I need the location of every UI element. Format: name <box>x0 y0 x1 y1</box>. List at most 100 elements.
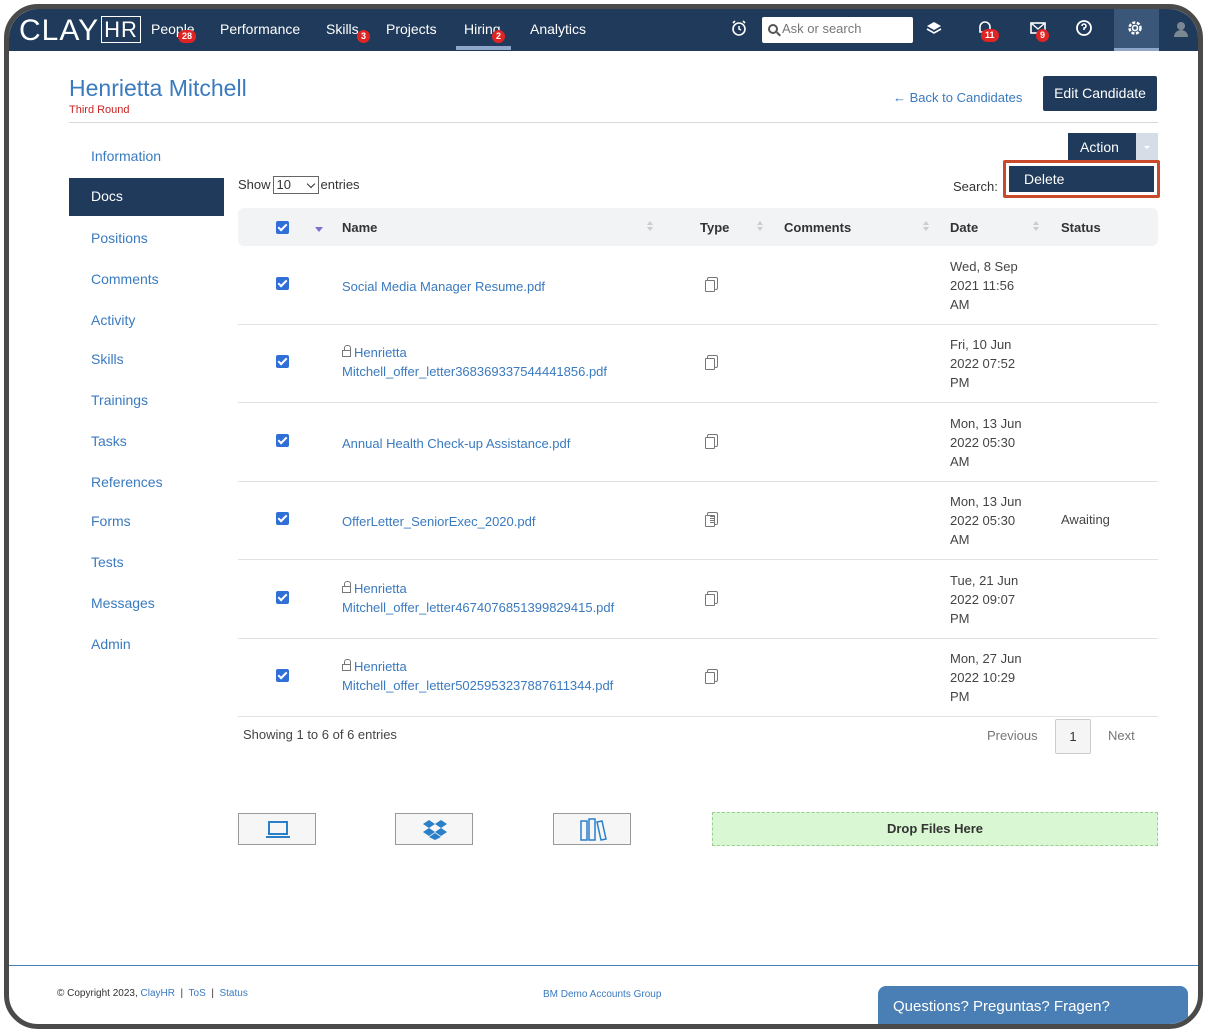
file-date: Mon, 27 Jun 2022 10:29 PM <box>950 649 1030 706</box>
row-checkbox[interactable] <box>276 434 289 447</box>
sort-comments-icon[interactable] <box>923 221 929 233</box>
date-line2: 2022 10:29 <box>950 670 1016 685</box>
file-name-link[interactable]: OfferLetter_SeniorExec_2020.pdf <box>342 512 672 531</box>
file-name-line1: Henrietta <box>354 659 407 674</box>
date-line1: Fri, 10 Jun <box>950 337 1012 352</box>
back-link-label: Back to Candidates <box>909 90 1023 105</box>
clayhr-logo[interactable]: CLAY HR <box>19 15 141 46</box>
showing-entries-info: Showing 1 to 6 of 6 entries <box>243 727 397 742</box>
sidebar-item-information[interactable]: Information <box>91 148 161 164</box>
sidebar-item-admin[interactable]: Admin <box>91 636 131 652</box>
file-status: Awaiting <box>1061 512 1110 527</box>
help-chat-tab[interactable]: Questions? Preguntas? Fragen? <box>878 986 1188 1024</box>
sidebar-item-trainings[interactable]: Trainings <box>91 392 148 408</box>
date-line3: PM <box>950 611 970 626</box>
file-date: Fri, 10 Jun 2022 07:52 PM <box>950 335 1030 392</box>
sort-type-icon[interactable] <box>757 221 763 233</box>
upload-from-computer-button[interactable] <box>238 813 316 845</box>
caret-down-icon[interactable] <box>1136 133 1158 161</box>
file-name-link[interactable]: Henrietta Mitchell_offer_letter4674076851… <box>342 579 672 617</box>
table-row[interactable]: Social Media Manager Resume.pdf Wed, 8 S… <box>238 247 1158 325</box>
sort-desc-icon[interactable] <box>315 227 323 232</box>
table-row[interactable]: Henrietta Mitchell_offer_letter4674076851… <box>238 561 1158 639</box>
file-name-link[interactable]: Henrietta Mitchell_offer_letter5025953237… <box>342 657 672 695</box>
notifications-bell-icon[interactable]: 11 <box>975 19 999 42</box>
clipboard-form-icon <box>705 512 718 527</box>
row-checkbox[interactable] <box>276 277 289 290</box>
file-name-link[interactable]: Henrietta Mitchell_offer_letter3683693375… <box>342 343 672 381</box>
footer-divider <box>9 965 1198 966</box>
date-line1: Mon, 27 Jun <box>950 651 1022 666</box>
edit-candidate-button[interactable]: Edit Candidate <box>1043 76 1157 111</box>
date-line3: PM <box>950 375 970 390</box>
action-dropdown-menu: Delete <box>1003 160 1160 198</box>
date-line2: 2022 09:07 <box>950 592 1016 607</box>
sidebar-item-tasks[interactable]: Tasks <box>91 433 127 449</box>
sidebar-item-messages[interactable]: Messages <box>91 595 155 611</box>
nav-hiring[interactable]: Hiring 2 <box>456 21 511 50</box>
header-type[interactable]: Type <box>700 220 729 235</box>
table-row[interactable]: Henrietta Mitchell_offer_letter3683693375… <box>238 325 1158 403</box>
lock-icon <box>342 345 351 357</box>
clayhr-link[interactable]: ClayHR <box>141 988 175 999</box>
people-badge: 28 <box>178 30 197 43</box>
next-page-button[interactable]: Next <box>1108 728 1135 743</box>
gear-icon[interactable] <box>1125 19 1145 39</box>
sort-name-icon[interactable] <box>647 221 653 233</box>
sidebar-item-skills[interactable]: Skills <box>91 351 124 367</box>
header-status[interactable]: Status <box>1061 220 1101 235</box>
file-name-link[interactable]: Social Media Manager Resume.pdf <box>342 277 672 296</box>
previous-page-button[interactable]: Previous <box>987 728 1038 743</box>
sort-date-icon[interactable] <box>1033 221 1039 233</box>
row-checkbox[interactable] <box>276 512 289 525</box>
nav-analytics[interactable]: Analytics <box>530 21 586 37</box>
row-checkbox[interactable] <box>276 669 289 682</box>
copyright-text: © Copyright 2023, ClayHR | ToS | Status <box>57 988 248 999</box>
file-date: Wed, 8 Sep 2021 11:56 AM <box>950 257 1030 314</box>
nav-projects[interactable]: Projects <box>386 21 437 37</box>
nav-skills[interactable]: Skills 3 <box>326 21 371 43</box>
upload-from-dropbox-button[interactable] <box>395 813 473 845</box>
sidebar-item-docs[interactable]: Docs <box>69 178 224 216</box>
candidate-round: Third Round <box>69 104 130 116</box>
header-name[interactable]: Name <box>342 220 377 235</box>
document-icon <box>705 669 718 684</box>
sidebar-item-tests[interactable]: Tests <box>91 554 124 570</box>
skills-badge: 3 <box>357 30 371 43</box>
sidebar-item-references[interactable]: References <box>91 474 163 490</box>
sidebar-item-positions[interactable]: Positions <box>91 230 148 246</box>
upload-from-library-button[interactable] <box>553 813 631 845</box>
tos-link[interactable]: ToS <box>189 988 206 999</box>
global-search-input[interactable]: Ask or search <box>762 17 913 43</box>
table-row[interactable]: OfferLetter_SeniorExec_2020.pdf Mon, 13 … <box>238 482 1158 560</box>
sidebar-item-forms[interactable]: Forms <box>91 513 131 529</box>
header-comments[interactable]: Comments <box>784 220 851 235</box>
row-checkbox[interactable] <box>276 591 289 604</box>
help-icon[interactable] <box>1074 19 1094 39</box>
nav-performance-label: Performance <box>220 21 301 37</box>
sidebar-item-activity[interactable]: Activity <box>91 312 135 328</box>
file-dropzone[interactable]: Drop Files Here <box>712 812 1158 846</box>
table-row[interactable]: Henrietta Mitchell_offer_letter5025953237… <box>238 639 1158 717</box>
file-name-link[interactable]: Annual Health Check-up Assistance.pdf <box>342 434 672 453</box>
nav-skills-label: Skills <box>326 21 359 37</box>
page-1-button[interactable]: 1 <box>1055 719 1091 754</box>
delete-menu-item[interactable]: Delete <box>1009 166 1154 192</box>
action-dropdown-button[interactable]: Action <box>1068 133 1158 161</box>
table-row[interactable]: Annual Health Check-up Assistance.pdf Mo… <box>238 404 1158 482</box>
back-to-candidates-link[interactable]: ← Back to Candidates <box>893 90 1022 105</box>
nav-people[interactable]: People 28 <box>151 21 197 43</box>
sidebar-item-comments[interactable]: Comments <box>91 271 159 287</box>
file-date: Mon, 13 Jun 2022 05:30 AM <box>950 414 1030 471</box>
select-all-checkbox[interactable] <box>276 221 289 234</box>
status-link[interactable]: Status <box>219 988 247 999</box>
alarm-clock-icon[interactable] <box>729 19 749 39</box>
docs-table-header: Name Type Comments Date Status <box>238 208 1158 246</box>
row-checkbox[interactable] <box>276 355 289 368</box>
mail-icon[interactable]: 9 <box>1028 19 1050 42</box>
header-date[interactable]: Date <box>950 220 978 235</box>
avatar[interactable] <box>1171 19 1191 39</box>
layers-icon[interactable] <box>924 19 944 39</box>
nav-performance[interactable]: Performance <box>220 21 300 37</box>
entries-select[interactable]: 10 <box>272 176 319 194</box>
